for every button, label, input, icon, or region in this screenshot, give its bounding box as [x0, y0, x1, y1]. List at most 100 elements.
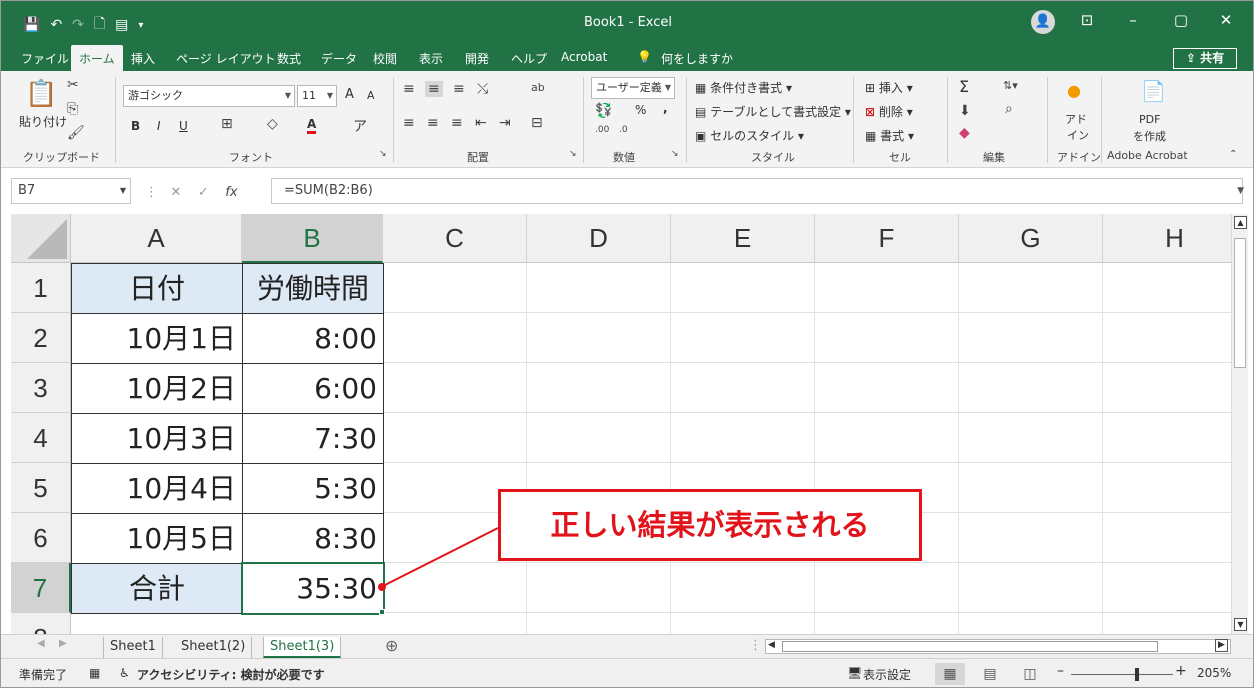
worksheet-grid[interactable]: A B C D E F G H 1 2 3 4 5 6 7 8 日付 労働時間 …: [1, 214, 1231, 634]
select-all-button[interactable]: [11, 214, 71, 263]
tab-page-layout[interactable]: ページ レイアウト: [176, 50, 276, 67]
tab-insert[interactable]: 挿入: [131, 50, 155, 67]
conditional-formatting-button[interactable]: ▦ 条件付き書式 ▾: [695, 79, 792, 96]
tell-me-search[interactable]: 何をしますか: [661, 50, 733, 67]
font-color-icon[interactable]: A: [307, 117, 317, 134]
column-header-c[interactable]: C: [383, 214, 527, 263]
vertical-scroll-thumb[interactable]: [1234, 238, 1246, 368]
enter-icon[interactable]: ✓: [198, 185, 209, 200]
cell-a4[interactable]: 10月3日: [71, 413, 243, 464]
prev-sheet-icon[interactable]: ◀: [37, 638, 45, 649]
dialog-launcher-icon[interactable]: ↘: [569, 149, 577, 159]
insert-cells-button[interactable]: ⊞ 挿入 ▾: [865, 79, 913, 96]
clear-icon[interactable]: ◆: [959, 125, 970, 141]
increase-decimal-icon[interactable]: .00: [595, 125, 609, 135]
cell-b5[interactable]: 5:30: [242, 463, 384, 514]
zoom-in-button[interactable]: +: [1175, 663, 1187, 679]
border-icon[interactable]: ⊞: [221, 116, 233, 132]
collapse-ribbon-icon[interactable]: ⌃: [1229, 149, 1237, 160]
scroll-up-icon[interactable]: ▲: [1234, 216, 1247, 229]
copy-icon[interactable]: ⎘: [67, 101, 78, 117]
fill-color-icon[interactable]: ◇: [267, 116, 278, 132]
account-avatar[interactable]: 👤: [1031, 10, 1055, 34]
tab-developer[interactable]: 開発: [465, 50, 489, 67]
paste-label[interactable]: 貼り付け: [19, 113, 67, 130]
row-header-5[interactable]: 5: [11, 463, 71, 513]
tab-splitter-icon[interactable]: ⋮: [749, 638, 762, 653]
scroll-left-icon[interactable]: ◀: [768, 640, 775, 650]
scroll-right-icon[interactable]: ▶: [1215, 639, 1228, 652]
zoom-slider-thumb[interactable]: [1135, 668, 1139, 681]
fill-handle[interactable]: [379, 609, 385, 615]
comma-button[interactable]: ,: [663, 101, 668, 115]
cell-a3[interactable]: 10月2日: [71, 363, 243, 414]
cell-b6[interactable]: 8:30: [242, 513, 384, 564]
grow-font-button[interactable]: A: [345, 87, 354, 102]
accessibility-icon[interactable]: ♿: [119, 666, 130, 680]
tab-review[interactable]: 校閲: [373, 50, 397, 67]
column-header-f[interactable]: F: [815, 214, 959, 263]
cell-a7[interactable]: 合計: [71, 563, 243, 614]
column-header-a[interactable]: A: [71, 214, 242, 263]
phonetic-icon[interactable]: ア: [353, 116, 367, 136]
formula-input[interactable]: =SUM(B2:B6) ▼: [271, 178, 1244, 204]
cell-b3[interactable]: 6:00: [242, 363, 384, 414]
tab-acrobat[interactable]: Acrobat: [561, 50, 607, 64]
display-settings-icon[interactable]: 🖥: [847, 666, 862, 680]
align-center-icon[interactable]: ≡: [427, 115, 439, 131]
decrease-indent-icon[interactable]: ⇤: [475, 115, 487, 131]
autosum-button[interactable]: Σ: [959, 77, 969, 96]
add-sheet-icon[interactable]: ⊕: [385, 636, 398, 655]
cell-a1[interactable]: 日付: [71, 263, 243, 314]
row-header-6[interactable]: 6: [11, 513, 71, 563]
horizontal-scrollbar[interactable]: ◀: [765, 639, 1231, 654]
insert-function-icon[interactable]: fx: [225, 185, 237, 200]
increase-indent-icon[interactable]: ⇥: [499, 115, 511, 131]
align-top-icon[interactable]: ≡: [403, 81, 415, 97]
zoom-slider-track[interactable]: [1071, 674, 1173, 675]
horizontal-scroll-thumb[interactable]: [782, 641, 1158, 652]
tab-home[interactable]: ホーム: [71, 45, 123, 72]
column-header-h[interactable]: H: [1103, 214, 1231, 263]
display-settings-label[interactable]: 表示設定: [863, 666, 911, 683]
percent-button[interactable]: %: [635, 103, 646, 117]
zoom-out-button[interactable]: –: [1057, 663, 1064, 679]
row-header-7[interactable]: 7: [11, 563, 71, 613]
font-name-combo[interactable]: 游ゴシック ▼: [123, 85, 295, 107]
cell-a2[interactable]: 10月1日: [71, 313, 243, 364]
paste-icon[interactable]: 📋: [25, 79, 57, 109]
accessibility-status[interactable]: アクセシビリティ: 検討が必要です: [137, 666, 325, 683]
currency-icon[interactable]: 💱: [595, 103, 612, 119]
align-middle-icon[interactable]: ≡: [425, 81, 443, 97]
tab-view[interactable]: 表示: [419, 50, 443, 67]
delete-cells-button[interactable]: ⊠ 削除 ▾: [865, 103, 913, 120]
cut-icon[interactable]: ✂: [67, 77, 79, 93]
cancel-icon[interactable]: ✕: [170, 185, 181, 200]
column-header-d[interactable]: D: [527, 214, 671, 263]
sort-filter-icon[interactable]: ⇅▾: [1003, 79, 1018, 92]
macro-record-icon[interactable]: ▦: [89, 666, 100, 680]
bold-button[interactable]: B: [131, 119, 140, 133]
page-break-view-icon[interactable]: ◫: [1015, 663, 1045, 685]
underline-button[interactable]: U: [179, 119, 188, 133]
decrease-decimal-icon[interactable]: .0: [619, 125, 628, 135]
ribbon-display-icon[interactable]: ⊡: [1073, 11, 1101, 29]
tab-file[interactable]: ファイル: [21, 50, 69, 67]
align-right-icon[interactable]: ≡: [451, 115, 463, 131]
cell-b1[interactable]: 労働時間: [242, 263, 384, 314]
tab-formulas[interactable]: 数式: [277, 50, 301, 67]
format-cells-button[interactable]: ▦ 書式 ▾: [865, 127, 914, 144]
restore-button[interactable]: ▢: [1167, 11, 1195, 29]
find-select-icon[interactable]: ⌕: [1005, 101, 1013, 117]
shrink-font-button[interactable]: A: [367, 89, 375, 102]
sheet-tab-3[interactable]: Sheet1(3): [263, 637, 342, 658]
close-button[interactable]: ✕: [1212, 11, 1240, 29]
minimize-button[interactable]: –: [1119, 11, 1147, 29]
sheet-tab-1[interactable]: Sheet1: [103, 637, 163, 658]
row-header-2[interactable]: 2: [11, 313, 71, 363]
tab-data[interactable]: データ: [321, 50, 357, 67]
row-header-3[interactable]: 3: [11, 363, 71, 413]
sheet-tab-2[interactable]: Sheet1(2): [175, 637, 253, 658]
align-left-icon[interactable]: ≡: [403, 115, 415, 131]
merge-center-icon[interactable]: ⊟: [531, 115, 543, 131]
